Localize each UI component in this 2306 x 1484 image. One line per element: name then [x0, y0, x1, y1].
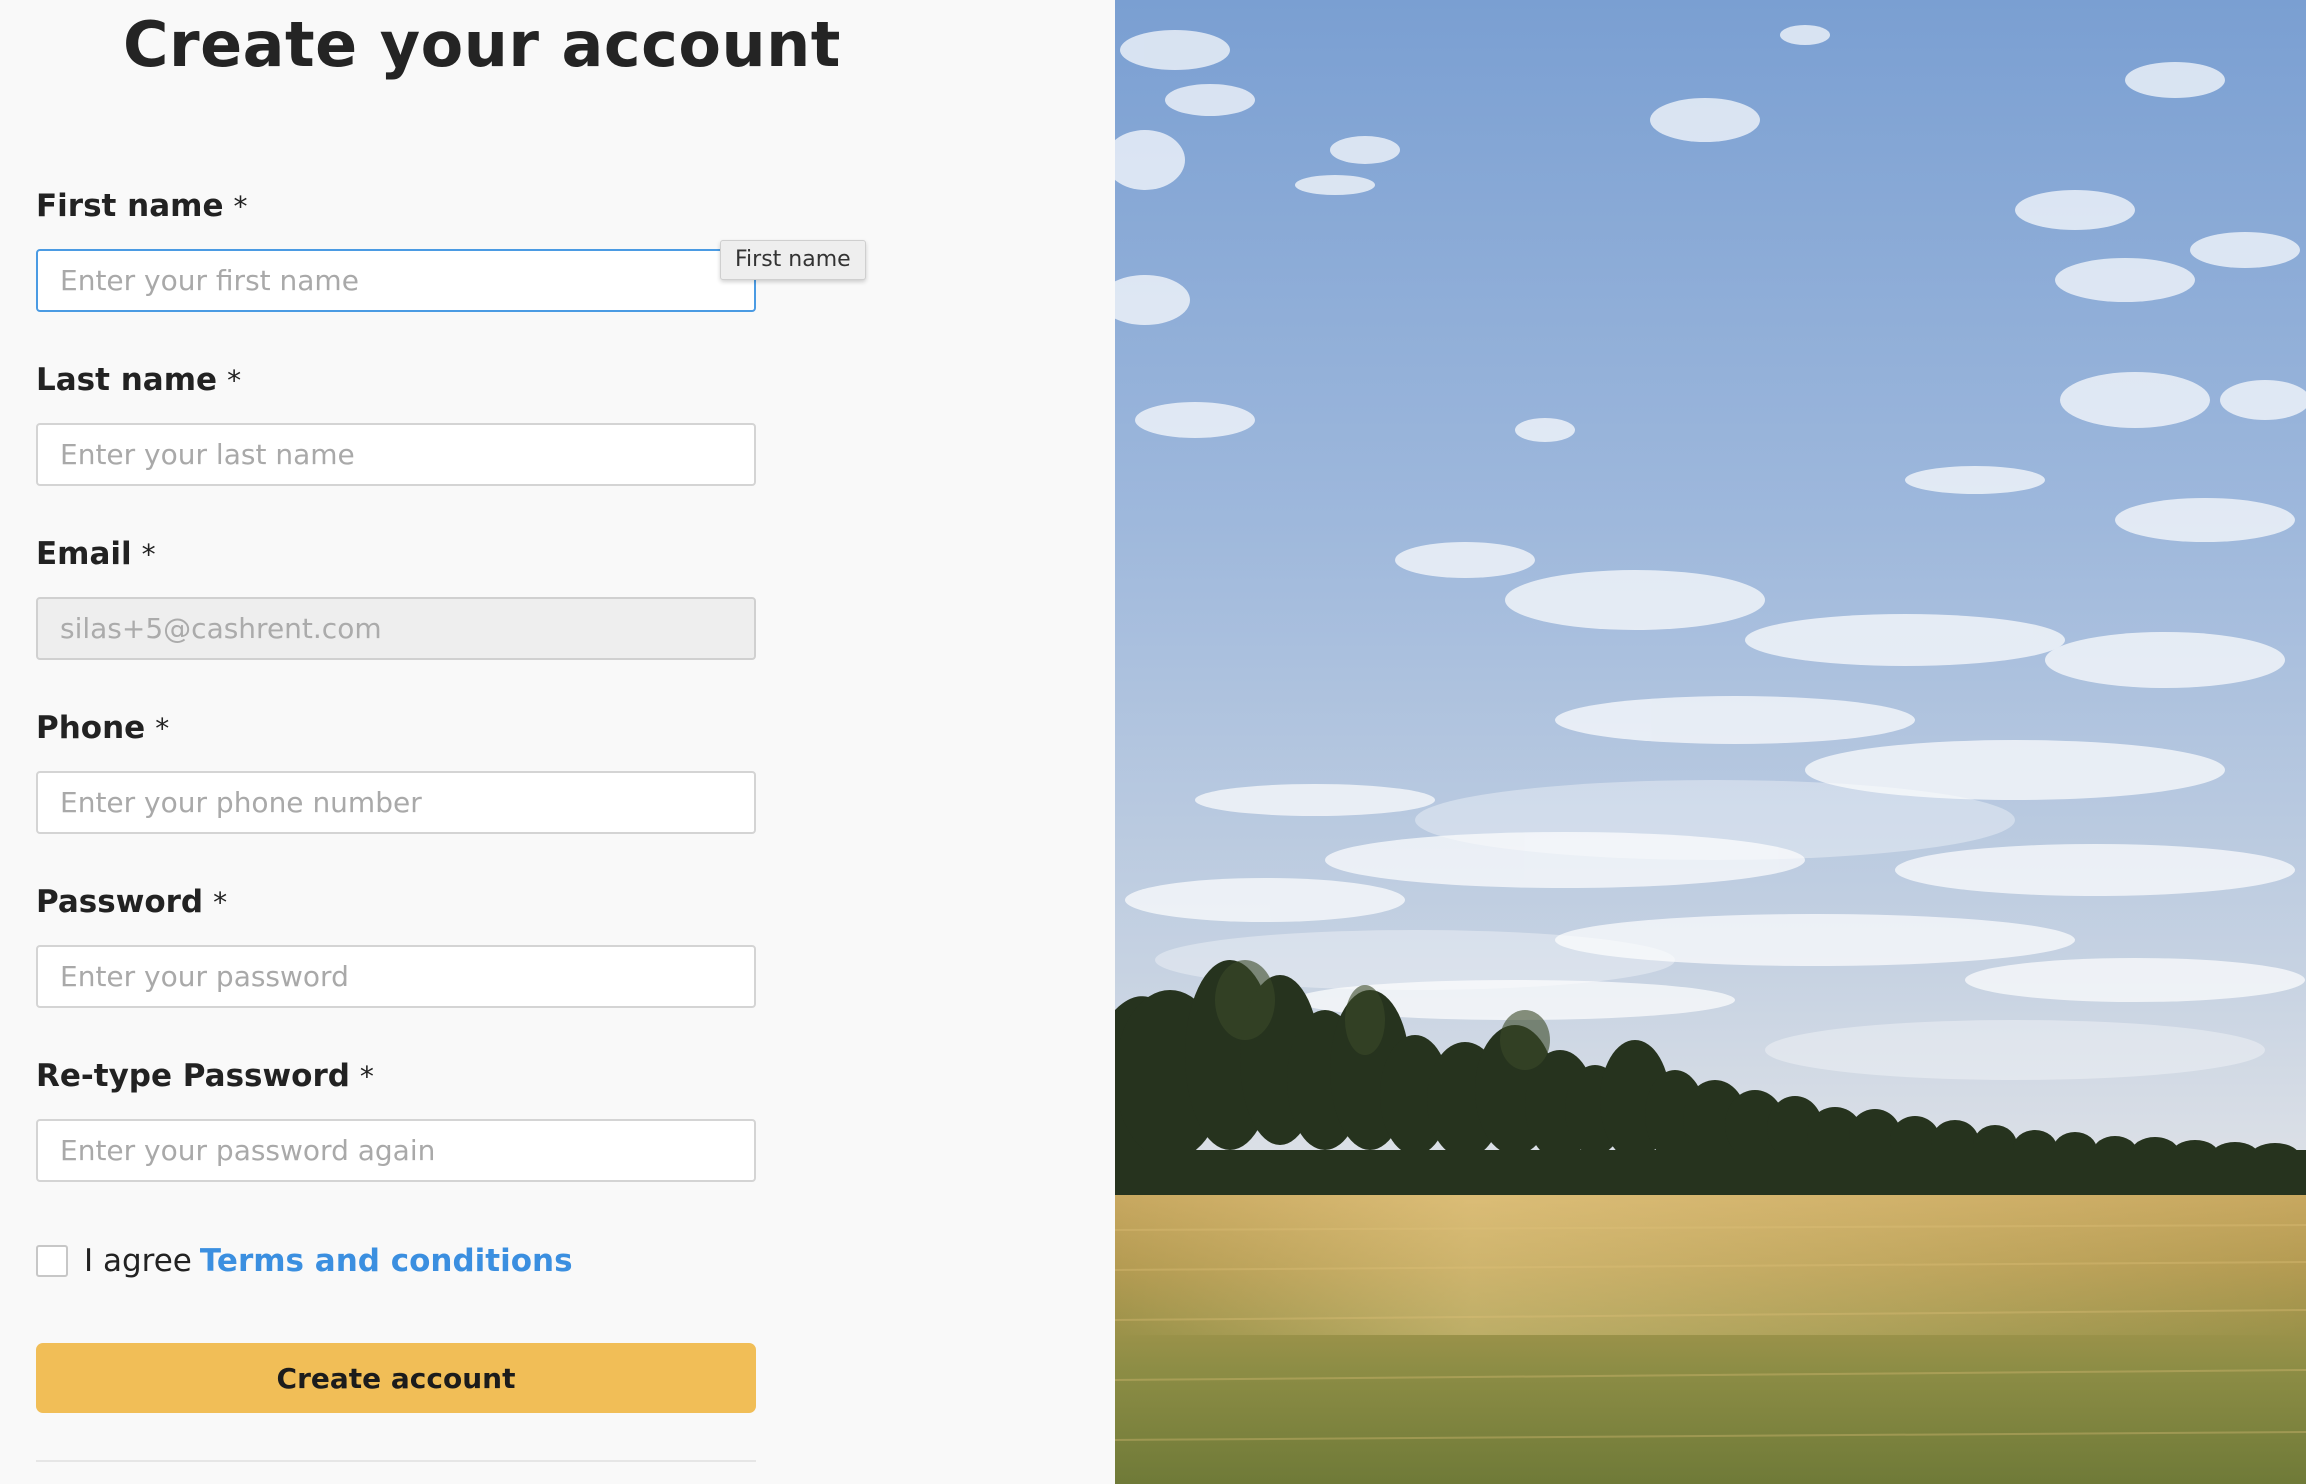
divider — [36, 1460, 756, 1462]
first-name-label-text: First name — [36, 188, 224, 224]
phone-input[interactable] — [36, 771, 756, 834]
phone-label: Phone * — [36, 708, 169, 749]
create-account-button[interactable]: Create account — [36, 1343, 756, 1413]
last-name-input[interactable] — [36, 423, 756, 486]
retype-password-input[interactable] — [36, 1119, 756, 1182]
password-label: Password * — [36, 882, 227, 923]
required-mark: * — [227, 364, 242, 397]
phone-label-text: Phone — [36, 710, 146, 746]
signup-panel: Create your account First name * First na… — [0, 0, 1115, 1484]
terms-checkbox[interactable] — [36, 1245, 68, 1277]
email-input — [36, 597, 756, 660]
required-mark: * — [141, 538, 156, 571]
first-name-input[interactable] — [36, 249, 756, 312]
page-title: Create your account — [123, 8, 841, 81]
landscape-photo — [1115, 0, 2306, 1484]
email-label-text: Email — [36, 536, 132, 572]
first-name-tooltip: First name — [720, 240, 866, 280]
password-input[interactable] — [36, 945, 756, 1008]
required-mark: * — [155, 712, 170, 745]
first-name-label: First name * — [36, 186, 247, 227]
email-label: Email * — [36, 534, 156, 575]
agree-text: I agree Terms and conditions — [84, 1240, 573, 1282]
last-name-label-text: Last name — [36, 362, 218, 398]
terms-link[interactable]: Terms and conditions — [200, 1243, 573, 1279]
required-mark: * — [213, 886, 228, 919]
agree-prefix: I agree — [84, 1243, 192, 1279]
required-mark: * — [359, 1060, 374, 1093]
retype-password-label-text: Re-type Password — [36, 1058, 350, 1094]
last-name-label: Last name * — [36, 360, 241, 401]
required-mark: * — [233, 190, 248, 223]
password-label-text: Password — [36, 884, 204, 920]
landscape-image — [1115, 0, 2306, 1484]
retype-password-label: Re-type Password * — [36, 1056, 374, 1097]
